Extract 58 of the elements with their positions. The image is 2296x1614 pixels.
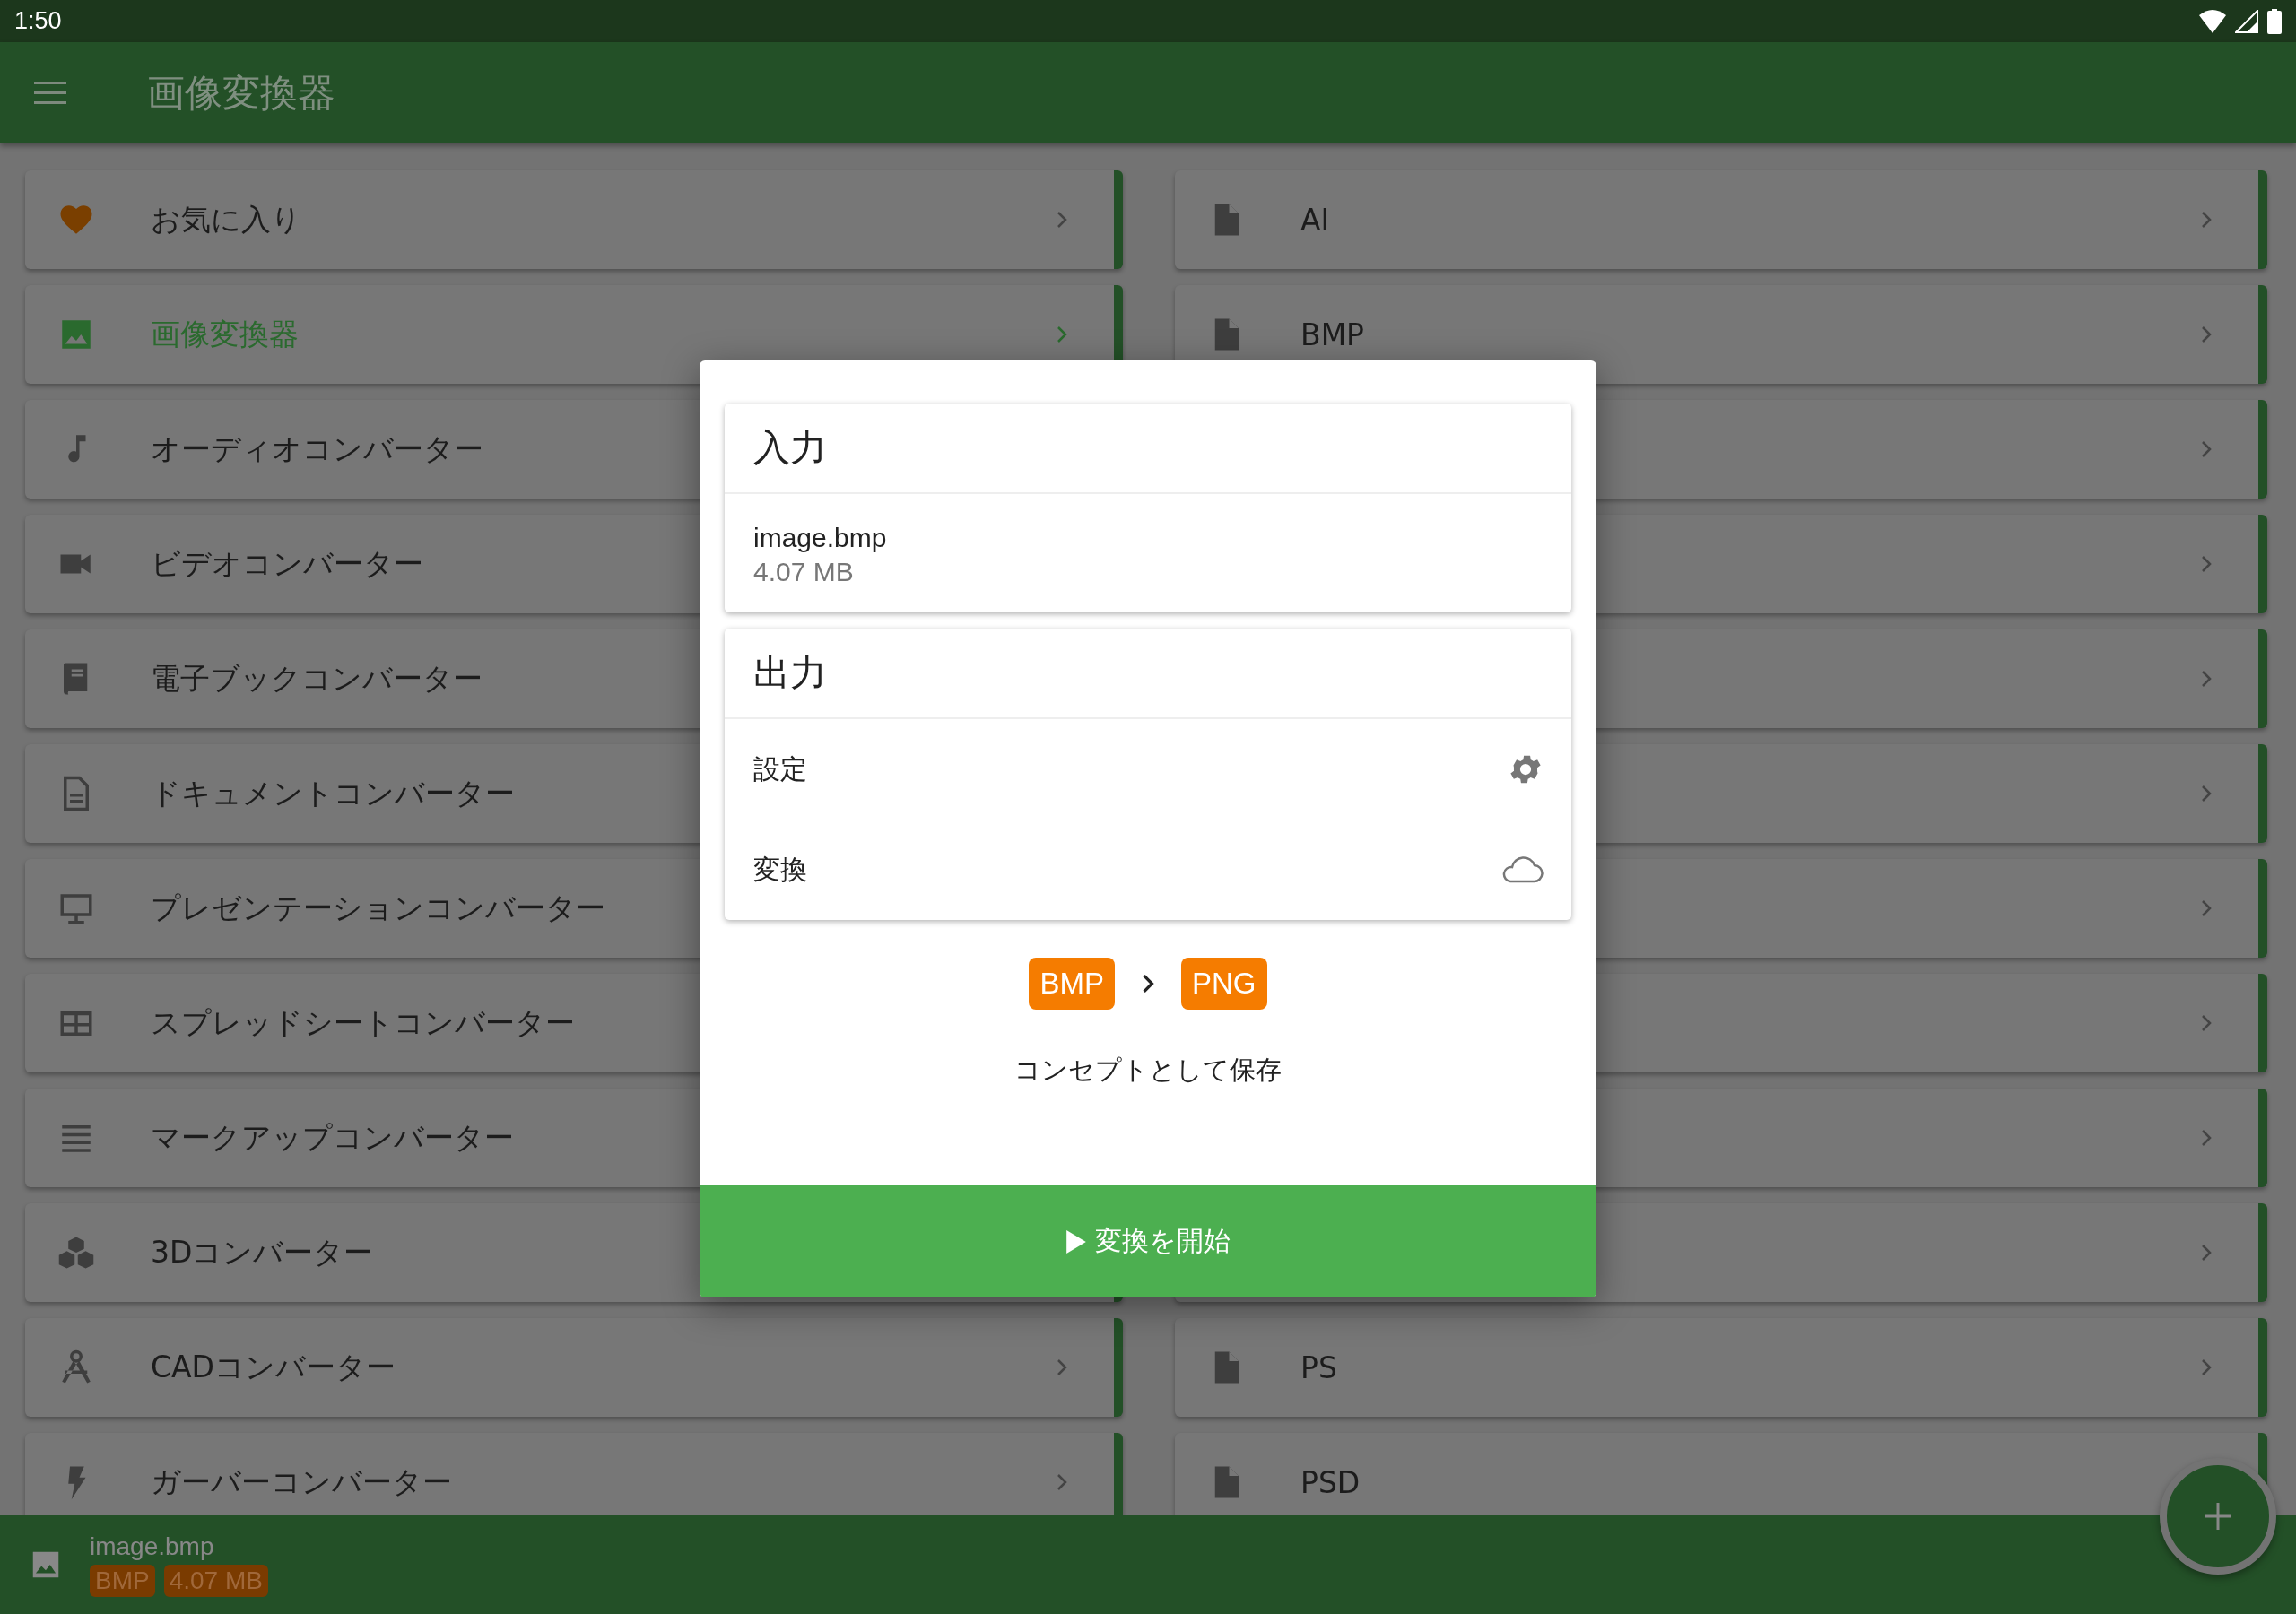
card-title: 出力 — [725, 629, 1571, 719]
menu-item-label: スプレッドシートコンバーター — [151, 1003, 575, 1042]
option-label: 設定 — [753, 751, 807, 786]
chevron-icon — [1057, 325, 1067, 343]
menu-item-label: 3Dコンバーター — [151, 1233, 374, 1271]
menu-item-label: PSD — [1300, 1464, 1361, 1500]
menu-item-label: マークアップコンバーター — [151, 1118, 514, 1157]
format-tag[interactable]: BMP — [1029, 958, 1115, 1010]
chevron-icon — [1057, 211, 1067, 229]
file-name: image.bmp — [753, 523, 888, 553]
play-icon — [1065, 1229, 1086, 1254]
menu-item-label: ドキュメントコンバーター — [151, 774, 515, 812]
file-tag: BMP — [90, 1565, 155, 1597]
chevron-icon — [1142, 974, 1154, 994]
battery-icon — [2267, 8, 2282, 34]
menu-item-label: お気に入り — [151, 200, 301, 239]
menu-item-label: ガーバーコンバーター — [151, 1462, 452, 1501]
file-tag: 4.07 MB — [163, 1565, 268, 1597]
menu-item[interactable]: お気に入り — [25, 170, 1123, 269]
menu-item[interactable]: ガーバーコンバーター — [25, 1433, 1123, 1515]
chevron-icon — [2201, 899, 2212, 917]
card-title: 入力 — [725, 404, 1571, 494]
menu-item[interactable]: AI — [1175, 170, 2267, 269]
menu-icon[interactable] — [34, 81, 66, 105]
plus-icon — [2205, 1503, 2231, 1530]
menu-item-label: PS — [1300, 1349, 1337, 1385]
menu-item-label: 電子ブックコンバーター — [151, 659, 483, 698]
chevron-icon — [2201, 785, 2212, 803]
chevron-icon — [2201, 1129, 2212, 1147]
chevron-icon — [2201, 325, 2212, 343]
menu-item-label: ビデオコンバーター — [151, 544, 423, 583]
clock-time: 1:50 — [14, 7, 62, 35]
chevron-icon — [1057, 1473, 1067, 1491]
menu-item-label: プレゼンテーションコンバーター — [151, 889, 605, 927]
chevron-icon — [2201, 670, 2212, 688]
chevron-icon — [2201, 211, 2212, 229]
menu-item[interactable]: PSD — [1175, 1433, 2267, 1515]
file-name: image.bmp — [90, 1532, 215, 1561]
menu-item[interactable]: PS — [1175, 1318, 2267, 1417]
menu-item[interactable]: BMP — [1175, 285, 2267, 384]
chevron-icon — [2201, 1244, 2212, 1262]
wifi-icon — [2199, 9, 2226, 33]
format-tag[interactable]: PNG — [1181, 958, 1267, 1010]
app-title: 画像変換器 — [147, 69, 335, 117]
chevron-icon — [2201, 555, 2212, 573]
start-button[interactable]: 変換を開始 — [700, 1185, 1596, 1297]
menu-item-label: 画像変換器 — [151, 315, 299, 353]
chevron-icon — [1057, 1358, 1067, 1376]
menu-item-label: BMP — [1300, 317, 1364, 352]
signal-icon — [2235, 9, 2258, 33]
menu-item-label: AI — [1300, 202, 1330, 238]
menu-item[interactable]: CADコンバーター — [25, 1318, 1123, 1417]
chevron-icon — [2201, 1358, 2212, 1376]
chevron-icon — [2201, 440, 2212, 458]
file-size: 4.07 MB — [753, 557, 855, 587]
menu-item-label: オーディオコンバーター — [151, 430, 483, 468]
chevron-icon — [2201, 1014, 2212, 1032]
menu-item-label: CADコンバーター — [151, 1348, 396, 1386]
